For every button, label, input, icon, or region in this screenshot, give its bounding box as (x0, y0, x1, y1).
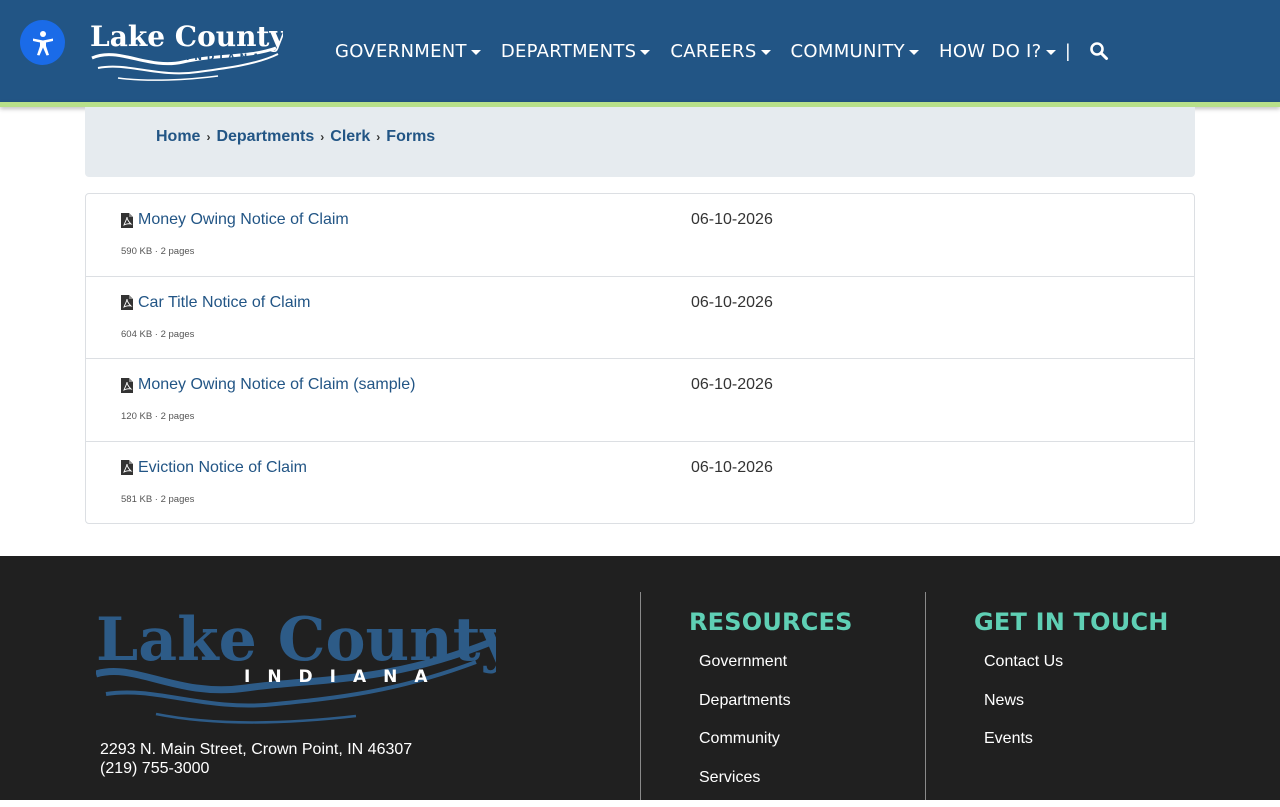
footer-link-departments[interactable]: Departments (699, 692, 791, 731)
address-line: 2293 N. Main Street, Crown Point, IN 463… (100, 740, 412, 759)
form-title: Car Title Notice of Claim (138, 294, 311, 312)
form-date: 06-10-2026 (691, 211, 773, 229)
nav-government-label: GOVERNMENT (335, 41, 467, 62)
form-date: 06-10-2026 (691, 459, 773, 477)
nav-community[interactable]: COMMUNITY (791, 41, 919, 62)
pdf-file-icon (121, 295, 133, 310)
form-date: 06-10-2026 (691, 294, 773, 312)
pdf-file-icon (121, 378, 133, 393)
breadcrumb-departments[interactable]: Departments (216, 128, 314, 146)
footer-logo-subtitle: INDIANA (244, 667, 445, 687)
site-logo[interactable]: Lake County INDIANA (88, 18, 283, 84)
form-meta: 590 KB · 2 pages (121, 246, 194, 257)
form-link[interactable]: Eviction Notice of Claim (121, 459, 307, 477)
site-footer: Lake County INDIANA 2293 N. Main Street,… (0, 556, 1280, 800)
form-date: 06-10-2026 (691, 376, 773, 394)
breadcrumb-home[interactable]: Home (156, 128, 200, 146)
pdf-file-icon (121, 213, 133, 228)
nav-divider: | (1066, 41, 1071, 62)
nav-how-do-i[interactable]: HOW DO I? (939, 41, 1056, 62)
footer-divider (640, 592, 641, 800)
pdf-file-icon (121, 460, 133, 475)
footer-link-community[interactable]: Community (699, 730, 791, 769)
site-header: Lake County INDIANA GOVERNMENT DEPARTMEN… (0, 0, 1280, 102)
nav-how-do-i-label: HOW DO I? (939, 41, 1042, 62)
list-item: Car Title Notice of Claim 604 KB · 2 pag… (86, 277, 1194, 360)
form-title: Money Owing Notice of Claim (138, 211, 349, 229)
footer-divider (925, 592, 926, 800)
form-meta: 604 KB · 2 pages (121, 329, 194, 340)
nav-community-label: COMMUNITY (791, 41, 905, 62)
nav-departments-label: DEPARTMENTS (501, 41, 637, 62)
form-meta: 120 KB · 2 pages (121, 411, 194, 422)
resources-heading: RESOURCES (689, 608, 853, 636)
resources-links: Government Departments Community Service… (699, 653, 791, 807)
form-link[interactable]: Money Owing Notice of Claim (sample) (121, 376, 415, 394)
caret-down-icon (640, 50, 650, 55)
logo-wordmark: Lake County (90, 20, 283, 53)
footer-link-news[interactable]: News (984, 692, 1063, 731)
breadcrumb-forms[interactable]: Forms (386, 128, 435, 146)
breadcrumb-container: Home › Departments › Clerk › Forms (85, 107, 1195, 177)
form-link[interactable]: Car Title Notice of Claim (121, 294, 311, 312)
list-item: Eviction Notice of Claim 581 KB · 2 page… (86, 442, 1194, 525)
caret-down-icon (471, 50, 481, 55)
accessibility-button[interactable] (20, 20, 65, 65)
accessibility-icon (29, 29, 57, 57)
contact-links: Contact Us News Events (984, 653, 1063, 769)
footer-link-contact-us[interactable]: Contact Us (984, 653, 1063, 692)
caret-down-icon (909, 50, 919, 55)
nav-departments[interactable]: DEPARTMENTS (501, 41, 651, 62)
search-icon (1089, 41, 1109, 61)
breadcrumb-separator: › (320, 130, 324, 144)
form-link[interactable]: Money Owing Notice of Claim (121, 211, 349, 229)
forms-list: Money Owing Notice of Claim 590 KB · 2 p… (85, 193, 1195, 524)
footer-link-services[interactable]: Services (699, 769, 791, 807)
main-nav: GOVERNMENT DEPARTMENTS CAREERS COMMUNITY… (335, 38, 1110, 64)
breadcrumb-separator: › (376, 130, 380, 144)
footer-logo[interactable]: Lake County INDIANA (96, 602, 496, 732)
list-item: Money Owing Notice of Claim (sample) 120… (86, 359, 1194, 442)
search-button[interactable] (1088, 40, 1110, 62)
form-title: Money Owing Notice of Claim (sample) (138, 376, 415, 394)
form-title: Eviction Notice of Claim (138, 459, 307, 477)
breadcrumb-clerk[interactable]: Clerk (330, 128, 370, 146)
nav-government[interactable]: GOVERNMENT (335, 41, 481, 62)
nav-careers[interactable]: CAREERS (670, 41, 770, 62)
contact-heading: GET IN TOUCH (974, 608, 1169, 636)
footer-address: 2293 N. Main Street, Crown Point, IN 463… (100, 740, 412, 778)
logo-subtitle: INDIANA (186, 53, 264, 63)
breadcrumb-separator: › (206, 130, 210, 144)
phone-number[interactable]: (219) 755-3000 (100, 759, 412, 778)
footer-logo-wordmark: Lake County (96, 605, 496, 675)
caret-down-icon (761, 50, 771, 55)
footer-link-government[interactable]: Government (699, 653, 791, 692)
caret-down-icon (1046, 50, 1056, 55)
nav-careers-label: CAREERS (670, 41, 756, 62)
breadcrumb: Home › Departments › Clerk › Forms (156, 128, 435, 146)
footer-link-events[interactable]: Events (984, 730, 1063, 769)
list-item: Money Owing Notice of Claim 590 KB · 2 p… (86, 194, 1194, 277)
form-meta: 581 KB · 2 pages (121, 494, 194, 505)
